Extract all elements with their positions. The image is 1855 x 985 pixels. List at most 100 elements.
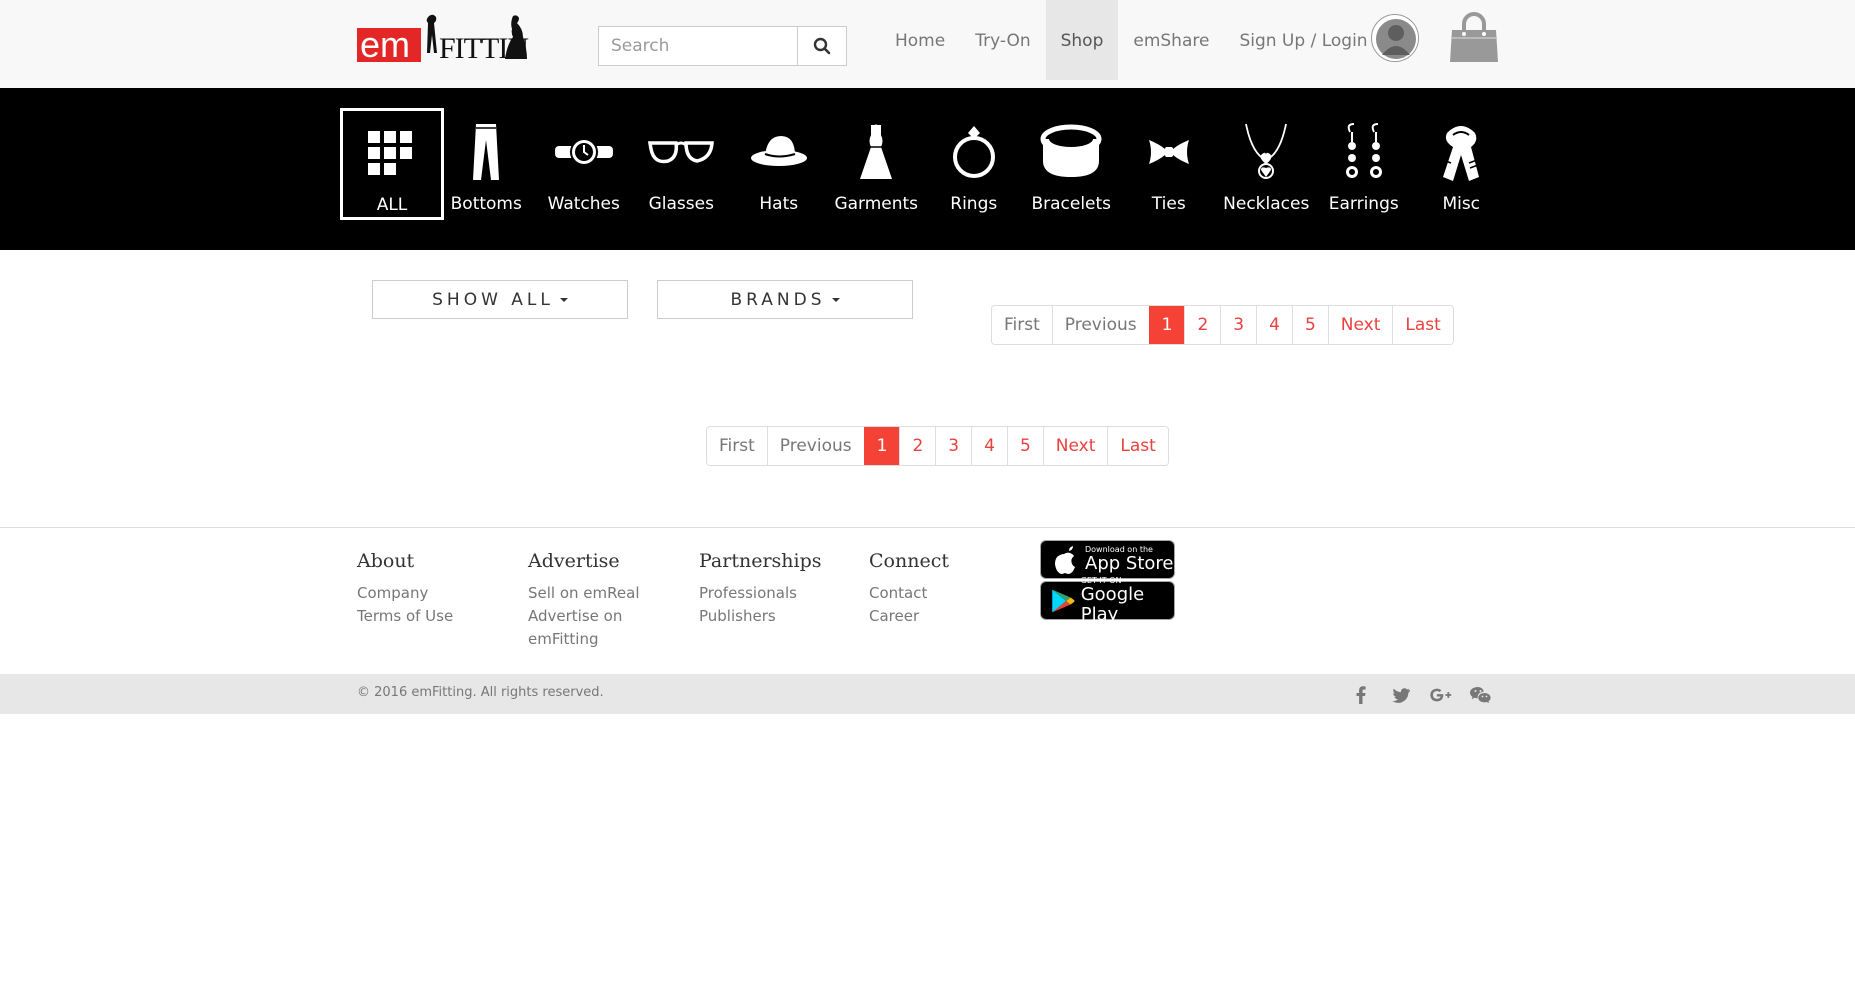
copyright-bar: © 2016 emFitting. All rights reserved. [0,674,1855,714]
footer-heading: Connect [869,550,949,572]
category-label: Earrings [1328,194,1399,214]
category-watches[interactable]: Watches [535,108,633,220]
pagination-page-2[interactable]: 2 [1184,306,1221,344]
category-label: Ties [1151,194,1186,214]
category-label: Necklaces [1223,194,1310,214]
category-garments[interactable]: Garments [828,108,926,220]
search-bar [598,26,847,66]
pagination-page-4[interactable]: 4 [1256,306,1292,344]
nav-sign-up-login[interactable]: Sign Up / Login [1224,0,1382,80]
google-play-icon [1052,589,1075,612]
pagination-first[interactable]: First [992,306,1052,344]
twitter-icon[interactable] [1390,684,1412,706]
shopping-bag-button[interactable] [1448,12,1500,64]
google-play-large-text: Google Play [1080,584,1145,625]
google-play-badge[interactable]: GET IT ON Google Play [1040,576,1175,625]
pagination-page-5[interactable]: 5 [1291,306,1328,344]
brands-dropdown[interactable]: BRANDS [657,280,913,319]
caret-down-icon [831,297,840,302]
footer-link-terms[interactable]: Terms of Use [357,605,507,628]
pagination-page-3[interactable]: 3 [935,427,972,465]
category-hats[interactable]: Hats [730,108,828,220]
category-label: ALL [376,195,408,215]
category-earrings[interactable]: Earrings [1315,108,1413,220]
svg-text:em: em [360,24,410,65]
nav-home[interactable]: Home [880,0,960,80]
pagination-page-1[interactable]: 1 [863,427,900,465]
search-button[interactable] [797,26,847,66]
footer-link-contact[interactable]: Contact [869,582,1019,605]
category-label: Misc [1442,194,1481,214]
ring-icon [939,118,1009,186]
pagination-previous[interactable]: Previous [766,427,864,465]
footer-link-company[interactable]: Company [357,582,507,605]
hat-icon [744,118,814,186]
wechat-icon[interactable] [1470,684,1492,706]
footer-link-sell-on-emreal[interactable]: Sell on emReal [528,582,648,605]
pagination-next[interactable]: Next [1327,306,1393,344]
necklace-icon [1231,118,1301,186]
google-plus-icon[interactable] [1430,684,1452,706]
category-bracelets[interactable]: Bracelets [1023,108,1121,220]
pagination-page-4[interactable]: 4 [971,427,1007,465]
top-navbar: em FITTING Home Try-On Shop emShare Sign… [0,0,1855,88]
facebook-icon[interactable] [1350,684,1372,706]
shopping-bag-icon [1450,12,1498,62]
nav-try-on[interactable]: Try-On [960,0,1045,80]
bracelet-icon [1036,118,1106,186]
search-icon [813,37,831,55]
category-rings[interactable]: Rings [925,108,1023,220]
pagination-last[interactable]: Last [1392,306,1453,344]
category-label: Watches [547,194,620,214]
category-ties[interactable]: Ties [1120,108,1218,220]
category-bar: ALL Bottoms Watches Glasses Hats Garment… [0,88,1855,250]
pagination-last[interactable]: Last [1107,427,1168,465]
footer-column-connect: Connect Contact Career [869,550,1019,628]
category-all[interactable]: ALL [340,108,444,220]
category-glasses[interactable]: Glasses [633,108,731,220]
app-store-large-text: App Store [1085,553,1174,574]
search-input[interactable] [598,26,798,66]
nav-emshare[interactable]: emShare [1118,0,1224,80]
pagination-previous[interactable]: Previous [1051,306,1149,344]
pagination-page-3[interactable]: 3 [1220,306,1257,344]
footer-column-partnerships: Partnerships Professionals Publishers [699,550,849,628]
category-misc[interactable]: Misc [1413,108,1511,220]
category-bottoms[interactable]: Bottoms [438,108,536,220]
bowtie-icon [1134,118,1204,186]
category-label: Garments [834,194,919,214]
watch-icon [549,118,619,186]
main-nav: Home Try-On Shop emShare Sign Up / Login [880,0,1383,80]
category-label: Bracelets [1031,194,1112,214]
pagination-page-5[interactable]: 5 [1006,427,1043,465]
nav-shop[interactable]: Shop [1045,0,1119,80]
footer-heading: Advertise [528,550,620,572]
social-links [1350,684,1492,706]
caret-down-icon [559,297,568,302]
footer-link-professionals[interactable]: Professionals [699,582,849,605]
emfitting-logo[interactable]: em FITTING [357,10,550,70]
user-avatar[interactable] [1371,14,1419,62]
footer-link-publishers[interactable]: Publishers [699,605,849,628]
category-label: Rings [950,194,998,214]
show-all-label: SHOW ALL [432,289,554,310]
app-store-badge[interactable]: Download on the App Store [1040,540,1175,579]
category-necklaces[interactable]: Necklaces [1218,108,1316,220]
show-all-dropdown[interactable]: SHOW ALL [372,280,628,319]
brands-label: BRANDS [730,289,826,310]
scarf-icon [1426,118,1496,186]
pagination-next[interactable]: Next [1042,427,1108,465]
pagination-bottom: First Previous 1 2 3 4 5 Next Last [706,426,1169,466]
footer-link-career[interactable]: Career [869,605,1019,628]
category-label: Bottoms [450,194,522,214]
footer-link-advertise-on-emfitting[interactable]: Advertise on emFitting [528,605,648,651]
footer-heading: About [357,550,415,572]
pagination-page-2[interactable]: 2 [899,427,936,465]
pagination-first[interactable]: First [707,427,767,465]
apple-icon [1055,545,1075,574]
pagination-page-1[interactable]: 1 [1148,306,1185,344]
dress-icon [841,118,911,186]
earrings-icon [1329,118,1399,186]
category-label: Glasses [648,194,714,214]
category-label: Hats [759,194,799,214]
